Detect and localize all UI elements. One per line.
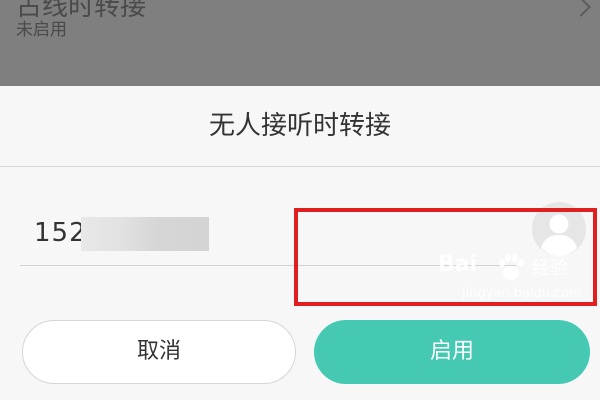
watermark-url: jingyan.baidu.com xyxy=(462,286,582,301)
chevron-right-icon xyxy=(571,0,591,17)
number-redaction-mask xyxy=(81,217,209,251)
baidu-watermark: Bai 经验 jingyan.baidu.com xyxy=(438,248,588,308)
dimmed-settings-item: 占线时转接 未启用 xyxy=(0,0,600,86)
paw-icon xyxy=(499,254,524,280)
number-value: 152 xyxy=(34,218,87,248)
enable-button[interactable]: 启用 xyxy=(314,320,590,384)
watermark-text: 经验 xyxy=(532,258,568,279)
dialog-title: 无人接听时转接 xyxy=(208,111,391,141)
settings-item-status: 未启用 xyxy=(16,20,67,40)
cancel-button[interactable]: 取消 xyxy=(22,320,296,384)
watermark-logo: Bai xyxy=(438,252,478,277)
title-divider xyxy=(0,166,600,167)
